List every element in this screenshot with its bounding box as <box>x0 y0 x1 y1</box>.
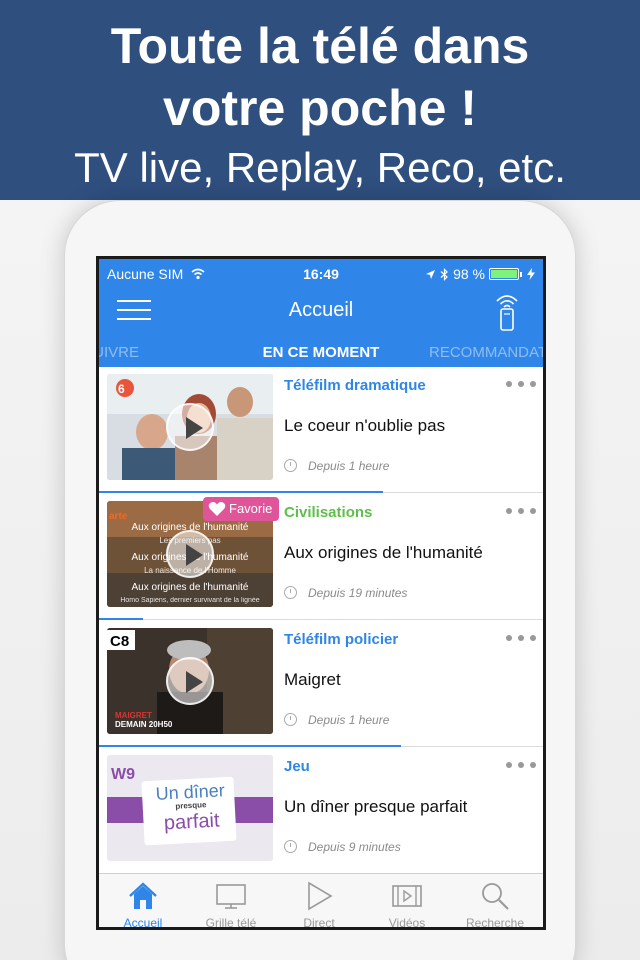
favorite-label: Favorie <box>229 501 273 516</box>
remote-control-icon[interactable] <box>492 291 522 331</box>
program-title: Le coeur n'oublie pas <box>284 416 446 435</box>
tab-videos[interactable]: Vidéos <box>363 874 451 930</box>
progress-bar <box>99 491 384 493</box>
promo-banner: Toute la télé dans votre poche ! TV live… <box>0 0 640 200</box>
program-row[interactable]: C8 MAIGRET DEMAIN 20H50 Téléfilm policie… <box>99 621 543 747</box>
program-since: Depuis 19 minutes <box>308 586 408 600</box>
program-since: Depuis 1 heure <box>308 713 390 727</box>
tv-grid-icon <box>216 884 246 909</box>
battery-icon <box>489 268 522 280</box>
clock-icon <box>284 586 297 599</box>
top-tabs: À SUIVRE EN CE MOMENT RECOMMANDATIONS <box>99 339 543 367</box>
battery-percent: 98 % <box>453 266 485 282</box>
tab-label: Vidéos <box>388 916 426 930</box>
play-icon[interactable] <box>166 530 214 578</box>
charging-bolt-icon <box>527 268 535 280</box>
thumbnail-caption: Un dîner presque parfait <box>155 780 226 835</box>
film-icon <box>392 885 422 907</box>
program-genre: Civilisations <box>284 504 373 521</box>
svg-text:C8: C8 <box>110 633 129 650</box>
banner-subtitle: TV live, Replay, Reco, etc. <box>74 144 566 191</box>
program-row[interactable]: W9 Un dîner presque parfait Jeu Un dîner… <box>99 748 543 874</box>
banner-headline-line1: Toute la télé dans <box>110 18 530 74</box>
location-arrow-icon <box>426 269 436 279</box>
program-row[interactable]: arte Aux origines de l'humanité Les prem… <box>99 494 543 620</box>
tab-label: Accueil <box>123 916 163 930</box>
banner-headline-line2: votre poche ! <box>163 80 477 136</box>
program-genre: Jeu <box>284 758 310 775</box>
heart-icon <box>208 502 226 516</box>
program-thumbnail[interactable]: 6 <box>107 374 273 480</box>
more-options-icon[interactable] <box>506 379 538 389</box>
svg-text:W9: W9 <box>111 766 135 783</box>
tab-recherche[interactable]: Recherche <box>451 874 539 930</box>
program-thumbnail[interactable]: W9 Un dîner presque parfait <box>107 755 273 861</box>
play-icon[interactable] <box>166 403 214 451</box>
progress-bar <box>99 745 401 747</box>
program-title: Maigret <box>284 670 341 689</box>
tab-accueil[interactable]: Accueil <box>99 874 187 930</box>
clock-icon <box>284 840 297 853</box>
tab-direct[interactable]: Direct <box>275 874 363 930</box>
clock-icon <box>284 713 297 726</box>
play-icon <box>308 881 333 911</box>
program-genre: Téléfilm policier <box>284 631 399 648</box>
more-options-icon[interactable] <box>506 760 538 770</box>
program-title: Un dîner presque parfait <box>284 797 468 816</box>
svg-text:6: 6 <box>118 382 125 396</box>
app-screen: Aucune SIM 16:49 98 % Accueil À SUIVRE E… <box>96 256 546 930</box>
page-title: Accueil <box>288 299 354 321</box>
tab-label: Direct <box>303 916 335 930</box>
tab-recommandations[interactable]: RECOMMANDATIONS <box>429 343 543 363</box>
program-genre: Téléfilm dramatique <box>284 377 426 394</box>
program-thumbnail[interactable]: C8 MAIGRET DEMAIN 20H50 <box>107 628 273 734</box>
clock-icon <box>284 459 297 472</box>
favorite-badge: Favorie <box>203 497 279 521</box>
program-since: Depuis 1 heure <box>308 459 390 473</box>
more-options-icon[interactable] <box>506 506 538 516</box>
program-title: Aux origines de l'humanité <box>284 543 483 562</box>
thumbnail-caption-3: Aux origines de l'humanité Homo Sapiens,… <box>120 582 260 604</box>
bluetooth-icon <box>440 267 448 281</box>
more-options-icon[interactable] <box>506 633 538 643</box>
program-since: Depuis 9 minutes <box>308 840 401 854</box>
home-icon <box>129 882 157 909</box>
tab-grille-tele[interactable]: Grille télé <box>187 874 275 930</box>
status-right: 98 % <box>425 265 535 283</box>
bottom-tab-bar: Accueil Grille télé Direct Vidéos Recher… <box>99 873 543 930</box>
search-icon <box>482 883 509 910</box>
app-header: Aucune SIM 16:49 98 % Accueil À SUIVRE E… <box>99 259 543 367</box>
program-row[interactable]: 6 Téléfilm dramatique Le coeur n'oublie … <box>99 367 543 493</box>
progress-bar <box>99 618 144 620</box>
play-icon[interactable] <box>166 657 214 705</box>
tab-label: Recherche <box>465 916 525 930</box>
thumbnail-caption: MAIGRET DEMAIN 20H50 <box>115 711 173 729</box>
tab-label: Grille télé <box>205 916 257 930</box>
